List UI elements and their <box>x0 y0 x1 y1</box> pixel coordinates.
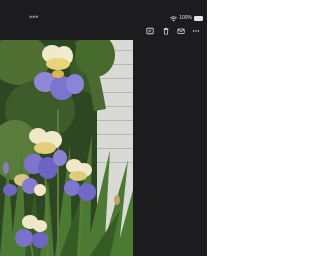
mail-icon[interactable] <box>176 26 186 36</box>
battery-icon <box>194 15 203 21</box>
crop-icon[interactable] <box>145 26 155 36</box>
trash-icon[interactable] <box>161 26 171 36</box>
more-icon[interactable] <box>191 26 201 36</box>
battery-percent: 100% <box>179 15 192 21</box>
multitasking-dots[interactable]: ••• <box>29 13 38 22</box>
device-screen: ••• 100% <box>0 0 207 256</box>
status-indicators: 100% <box>170 13 203 23</box>
photo-toolbar <box>0 24 207 40</box>
flowers-photo[interactable] <box>0 40 133 256</box>
flowers-photo-drawing <box>0 40 133 256</box>
empty-right-pane <box>133 40 207 256</box>
